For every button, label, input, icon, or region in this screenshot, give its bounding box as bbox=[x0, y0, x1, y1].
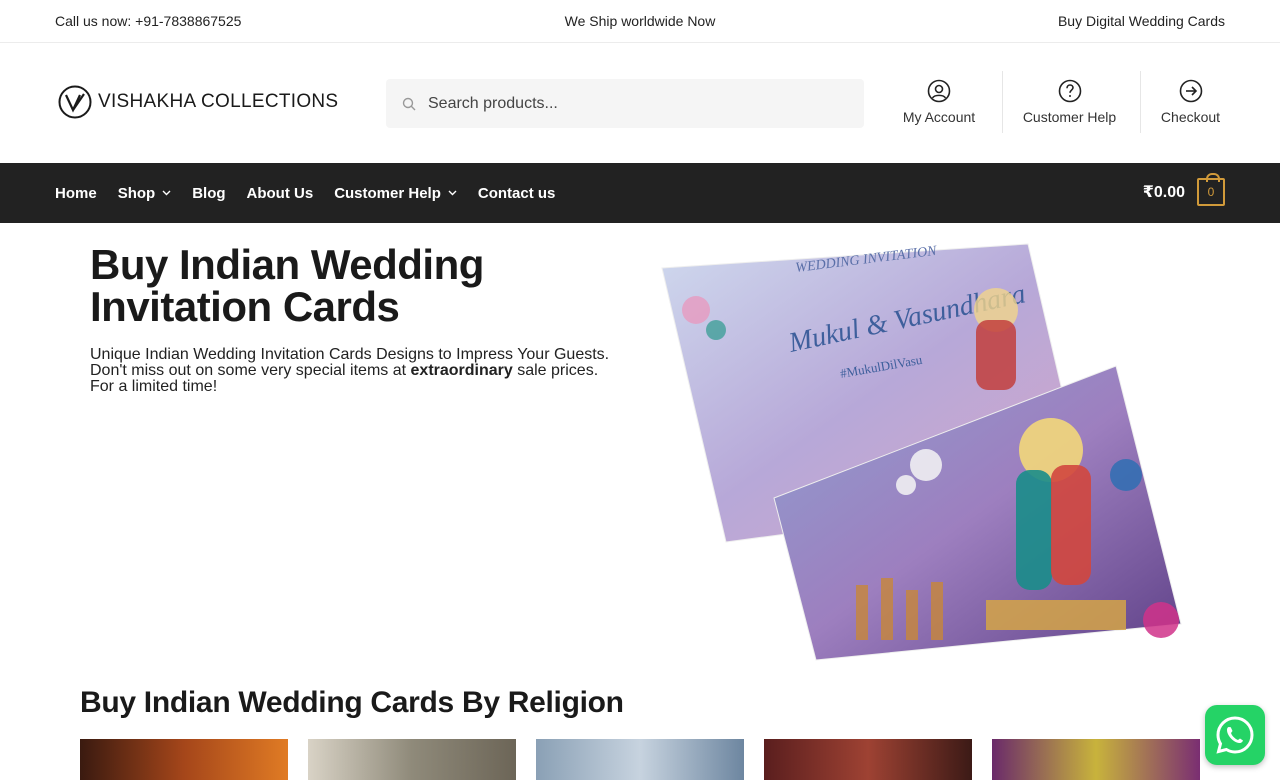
cart-count: 0 bbox=[1207, 185, 1215, 199]
nav-item-about-us[interactable]: About Us bbox=[247, 185, 314, 202]
chevron-down-icon bbox=[162, 190, 171, 196]
my-account-label: My Account bbox=[902, 109, 976, 125]
my-account-link[interactable]: My Account bbox=[884, 71, 994, 133]
nav-label: Shop bbox=[117, 184, 156, 202]
nav-item-blog[interactable]: Blog bbox=[192, 185, 225, 202]
category-card[interactable] bbox=[536, 739, 744, 780]
nav-label: Home bbox=[55, 184, 97, 202]
cart-bag-icon: 0 bbox=[1197, 173, 1225, 206]
checkout-link[interactable]: Checkout bbox=[1140, 71, 1240, 133]
chevron-down-icon bbox=[448, 190, 457, 196]
whatsapp-icon bbox=[1216, 716, 1254, 754]
nav-label: Customer Help bbox=[334, 184, 441, 202]
cart-button[interactable]: ₹0.00 0 bbox=[1142, 173, 1225, 206]
customer-help-label: Customer Help bbox=[1022, 109, 1117, 125]
hero-description: Unique Indian Wedding Invitation Cards D… bbox=[90, 347, 620, 395]
nav-label: Blog bbox=[192, 184, 226, 202]
help-icon bbox=[1058, 79, 1081, 103]
arrow-right-circle-icon bbox=[1179, 79, 1202, 103]
wedding-card-image: WEDDING INVITATION Mukul & Vasundhara #M… bbox=[661, 243, 1182, 661]
hero-title: Buy Indian Wedding Invitation Cards bbox=[90, 241, 484, 330]
logo-mark-icon bbox=[58, 85, 92, 119]
category-card[interactable] bbox=[764, 739, 972, 780]
site-logo[interactable]: VISHAKHA COLLECTIONS bbox=[58, 85, 338, 119]
nav-label: Contact us bbox=[477, 184, 556, 202]
nav-item-customer-help[interactable]: Customer Help bbox=[334, 185, 457, 202]
user-icon bbox=[927, 79, 951, 103]
search-bar[interactable] bbox=[386, 79, 864, 128]
customer-help-link[interactable]: Customer Help bbox=[1002, 71, 1136, 133]
nav-item-home[interactable]: Home bbox=[55, 185, 97, 202]
nav-label: About Us bbox=[246, 184, 314, 202]
category-card[interactable] bbox=[992, 739, 1200, 780]
main-navigation: Home Shop Blog About Us Customer Help Co… bbox=[0, 163, 1280, 223]
search-icon bbox=[402, 97, 416, 110]
category-card[interactable] bbox=[308, 739, 516, 780]
top-bar: Call us now: +91-7838867525 We Ship worl… bbox=[0, 0, 1280, 43]
cart-total: ₹0.00 bbox=[1142, 184, 1185, 201]
logo-text: VISHAKHA COLLECTIONS bbox=[98, 91, 339, 112]
religion-section-title: Buy Indian Wedding Cards By Religion bbox=[80, 686, 624, 719]
nav-item-shop[interactable]: Shop bbox=[118, 185, 172, 202]
site-header: VISHAKHA COLLECTIONS My Account Customer… bbox=[0, 43, 1280, 163]
digital-cards-link[interactable]: Buy Digital Wedding Cards bbox=[1058, 13, 1225, 29]
search-input[interactable] bbox=[428, 94, 828, 113]
nav-item-contact-us[interactable]: Contact us bbox=[478, 185, 556, 202]
checkout-label: Checkout bbox=[1160, 109, 1221, 125]
category-card[interactable] bbox=[80, 739, 288, 780]
whatsapp-chat-button[interactable] bbox=[1205, 705, 1265, 765]
hero-text-bold: extraordinary bbox=[410, 362, 513, 379]
